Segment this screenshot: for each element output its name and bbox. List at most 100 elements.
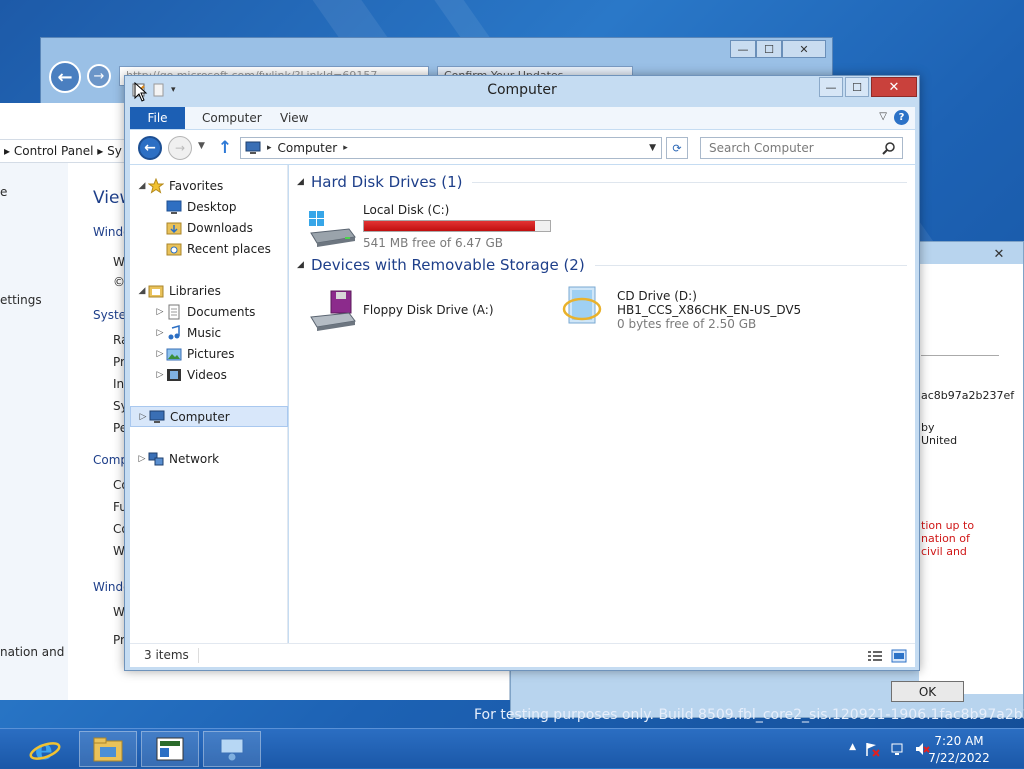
dialog-text: United (921, 434, 958, 447)
task-link[interactable]: nation and (0, 645, 64, 659)
expand-ribbon-chevron-icon[interactable]: ▽ (879, 111, 887, 122)
browser-forward-button[interactable]: → (87, 64, 111, 88)
action-center-flag-icon[interactable] (864, 741, 880, 757)
browser-minimize-button[interactable]: — (730, 40, 756, 58)
tab-view[interactable]: View (268, 107, 320, 129)
group-hard-disk-drives[interactable]: ◢ Hard Disk Drives (1) (297, 173, 907, 191)
nav-item-favorites[interactable]: ◢ Favorites (130, 175, 288, 196)
search-icon[interactable] (882, 141, 896, 155)
drive-cd[interactable]: CD Drive (D:) HB1_CCS_X86CHK_EN-US_DV5 0… (561, 285, 801, 331)
clock-time[interactable]: 7:20 AM (924, 734, 994, 748)
expand-arrow-icon[interactable]: ▷ (154, 349, 166, 359)
drive-free-space: 0 bytes free of 2.50 GB (617, 317, 757, 331)
large-icons-view-icon[interactable] (891, 649, 907, 663)
collapse-arrow-icon[interactable]: ◢ (136, 286, 148, 296)
expand-arrow-icon[interactable]: ▷ (154, 370, 166, 380)
task-link[interactable]: ettings (0, 293, 42, 307)
breadcrumb-item[interactable]: Control Panel (14, 144, 94, 158)
address-location[interactable]: Computer (278, 141, 338, 155)
computer-window: ▾ Computer — ☐ ✕ File Computer View ▽ ? … (124, 75, 920, 671)
maximize-button[interactable]: ☐ (845, 77, 869, 97)
refresh-button[interactable]: ⟳ (666, 137, 688, 159)
nav-item-computer[interactable]: ▷ Computer (130, 406, 288, 427)
address-separator-icon[interactable]: ▸ (343, 143, 348, 153)
back-button[interactable]: ← (138, 136, 162, 160)
nav-item-recent-places[interactable]: Recent places (130, 238, 288, 259)
group-collapse-icon[interactable]: ◢ (297, 177, 309, 187)
details-view-icon[interactable] (867, 649, 883, 663)
nav-item-label: Music (187, 325, 222, 340)
address-bar[interactable]: ▸ Computer ▸ ▼ (240, 137, 662, 159)
collapse-arrow-icon[interactable]: ◢ (136, 181, 148, 191)
taskbar-network-settings[interactable] (203, 731, 261, 767)
nav-item-desktop[interactable]: Desktop (130, 196, 288, 217)
nav-item-label: Videos (187, 367, 227, 382)
expand-arrow-icon[interactable]: ▷ (154, 307, 166, 317)
system-tray: ▲ 7:20 AM 7/22/2022 (824, 729, 1024, 769)
show-hidden-icons-chevron-icon[interactable]: ▲ (849, 742, 856, 752)
tab-file[interactable]: File (130, 107, 185, 129)
network-status-icon[interactable] (890, 741, 906, 757)
search-box[interactable] (700, 137, 903, 159)
drive-name: Floppy Disk Drive (A:) (363, 303, 494, 317)
folder-icon (93, 737, 123, 762)
search-input[interactable] (707, 139, 877, 157)
help-icon[interactable]: ? (894, 110, 909, 125)
expand-arrow-icon[interactable]: ▷ (154, 328, 166, 338)
content-pane: ◢ Hard Disk Drives (1) Local Disk (C:) 5… (289, 165, 915, 643)
control-panel-task-pane (0, 163, 68, 700)
drive-floppy[interactable]: Floppy Disk Drive (A:) (307, 289, 494, 335)
nav-item-pictures[interactable]: ▷ Pictures (130, 343, 288, 364)
pictures-icon (166, 348, 182, 360)
title-bar[interactable]: ▾ Computer — ☐ ✕ (125, 76, 919, 106)
taskbar-internet-explorer[interactable]: e (16, 731, 74, 767)
ok-button[interactable]: OK (891, 681, 964, 702)
nav-item-label: Pictures (187, 346, 235, 361)
nav-item-downloads[interactable]: Downloads (130, 217, 288, 238)
minimize-button[interactable]: — (819, 77, 843, 97)
status-item-count: 3 items (144, 648, 189, 662)
nav-item-network[interactable]: ▷ Network (130, 448, 288, 469)
breadcrumb-arrow-icon: ▸ (93, 144, 108, 158)
recent-locations-chevron-icon[interactable]: ▼ (198, 141, 205, 151)
status-bar: 3 items (130, 643, 915, 667)
computer-icon (245, 141, 261, 154)
dialog-close-button[interactable]: ✕ (979, 244, 1019, 264)
task-link[interactable]: e (0, 185, 7, 199)
expand-arrow-icon[interactable]: ▷ (136, 454, 148, 464)
browser-maximize-button[interactable]: ☐ (756, 40, 782, 58)
clock-date[interactable]: 7/22/2022 (924, 751, 994, 765)
group-title: Devices with Removable Storage (2) (311, 256, 585, 274)
browser-back-button[interactable]: ← (49, 61, 81, 93)
group-divider (472, 181, 907, 183)
nav-item-libraries[interactable]: ◢ Libraries (130, 280, 288, 301)
forward-button[interactable]: → (168, 136, 192, 160)
build-watermark: For testing purposes only. Build 8509.fb… (474, 707, 1024, 723)
network-settings-icon (220, 738, 244, 762)
address-separator-icon[interactable]: ▸ (267, 143, 272, 153)
breadcrumb-item[interactable]: Sy (107, 144, 122, 158)
nav-item-music[interactable]: ▷ Music (130, 322, 288, 343)
up-button[interactable]: ↑ (216, 138, 234, 158)
dialog-text: by (921, 421, 935, 434)
taskbar-file-explorer[interactable] (79, 731, 137, 767)
computer-icon (149, 410, 165, 423)
control-panel-breadcrumb[interactable]: ▸ Control Panel ▸ Sy (0, 139, 140, 163)
expand-arrow-icon[interactable]: ▷ (137, 412, 149, 422)
nav-item-videos[interactable]: ▷ Videos (130, 364, 288, 385)
drive-local-disk[interactable]: Local Disk (C:) 541 MB free of 6.47 GB (307, 203, 551, 250)
nav-item-label: Network (169, 451, 220, 466)
browser-caption-buttons: — ☐ ✕ (730, 40, 826, 58)
group-removable-storage[interactable]: ◢ Devices with Removable Storage (2) (297, 256, 907, 274)
control-panel-link[interactable]: In (113, 377, 124, 391)
tab-computer[interactable]: Computer (190, 107, 274, 129)
nav-item-documents[interactable]: ▷ Documents (130, 301, 288, 322)
address-dropdown-icon[interactable]: ▼ (649, 143, 656, 153)
libraries-icon (148, 285, 164, 297)
build-hash-text: ac8b97a2b237ef (921, 389, 1015, 402)
videos-icon (167, 368, 181, 381)
browser-close-button[interactable]: ✕ (782, 40, 826, 58)
close-button[interactable]: ✕ (871, 77, 917, 97)
group-collapse-icon[interactable]: ◢ (297, 260, 309, 270)
taskbar-control-panel[interactable] (141, 731, 199, 767)
